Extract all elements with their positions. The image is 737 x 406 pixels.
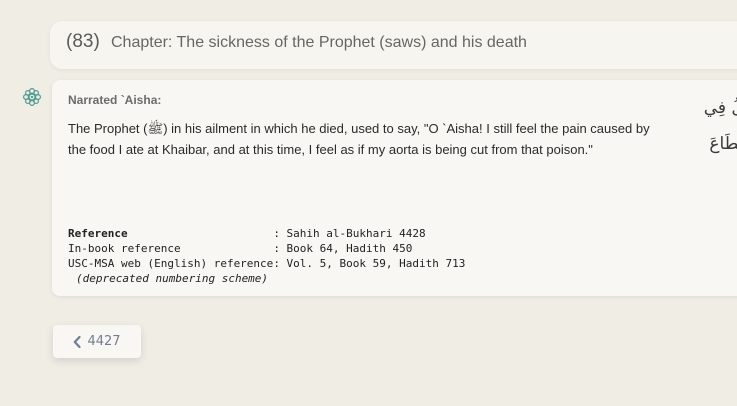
chapter-title: Chapter: The sickness of the Prophet (sa… bbox=[111, 34, 527, 51]
reference-label: Reference bbox=[68, 227, 128, 240]
hadith-narrator: Narrated `Aisha: bbox=[68, 93, 162, 107]
reference-label: USC-MSA web (English) reference bbox=[68, 257, 274, 270]
reference-note: (deprecated numbering scheme) bbox=[76, 272, 269, 285]
reference-value: : Sahih al-Bukhari 4428 bbox=[273, 227, 426, 240]
previous-hadith-button[interactable]: 4427 bbox=[53, 325, 141, 358]
hadith-card: Narrated `Aisha: The Prophet (ﷺ) in his … bbox=[52, 80, 737, 296]
reference-row: Reference : Sahih al-Bukhari 4428 bbox=[68, 226, 465, 241]
hadith-english-text: The Prophet (ﷺ) in his ailment in which … bbox=[68, 121, 650, 157]
previous-hadith-label: 4427 bbox=[87, 334, 121, 349]
arabic-line: ولُ فِي bbox=[703, 98, 737, 118]
chapter-header: (83) Chapter: The sickness of the Prophe… bbox=[50, 21, 737, 69]
chapter-number: (83) bbox=[66, 31, 100, 52]
hadith-arabic-text: ولُ فِي نِقِطَاعَ bbox=[692, 90, 737, 162]
reference-row: (deprecated numbering scheme) bbox=[68, 271, 465, 286]
reference-row: In-book reference : Book 64, Hadith 450 bbox=[68, 241, 465, 256]
arabic-line: نِقِطَاعَ bbox=[709, 134, 737, 154]
reference-value: : Book 64, Hadith 450 bbox=[273, 242, 413, 255]
chevron-left-icon bbox=[73, 335, 82, 348]
ornament-flower-icon bbox=[21, 86, 43, 108]
reference-value: : Vol. 5, Book 59, Hadith 713 bbox=[273, 257, 466, 270]
reference-row: USC-MSA web (English) reference : Vol. 5… bbox=[68, 256, 465, 271]
reference-table: Reference : Sahih al-Bukhari 4428 In-boo… bbox=[68, 226, 465, 286]
reference-label: In-book reference bbox=[68, 242, 181, 255]
